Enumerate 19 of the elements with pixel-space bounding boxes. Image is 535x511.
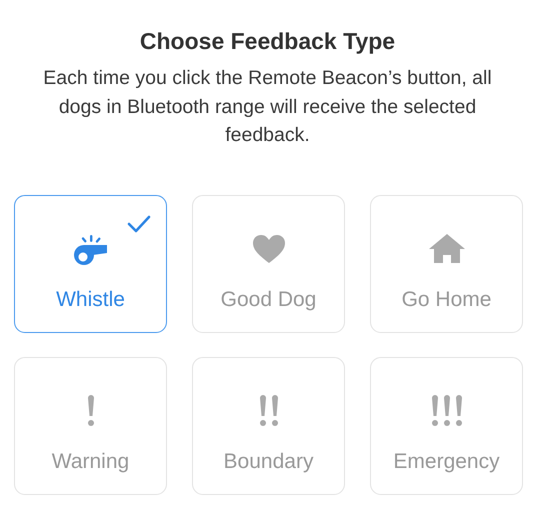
exclamation-icon bbox=[258, 394, 278, 426]
feedback-option[interactable]: Go Home bbox=[370, 194, 523, 332]
option-label: Boundary bbox=[224, 450, 314, 474]
option-label: Whistle bbox=[56, 288, 125, 312]
feedback-option[interactable]: Warning bbox=[14, 356, 167, 494]
dialog-title: Choose Feedback Type bbox=[138, 27, 396, 56]
option-label: Go Home bbox=[402, 288, 492, 312]
option-label: Emergency bbox=[393, 450, 500, 474]
exclamation-icon bbox=[86, 394, 94, 426]
feedback-option[interactable]: Whistle bbox=[14, 194, 167, 332]
description-text: Each time you click the Remote Beacon’s button, all dogs in Bluetooth range will receive the selected feedback. bbox=[42, 66, 493, 148]
house-icon bbox=[426, 232, 466, 266]
feedback-option[interactable]: Emergency bbox=[370, 356, 523, 494]
feedback-option[interactable]: Boundary bbox=[192, 356, 345, 494]
feedback-option[interactable]: Good Dog bbox=[192, 194, 345, 332]
checkmark-icon bbox=[127, 214, 151, 232]
option-label: Warning bbox=[52, 450, 130, 474]
option-label: Good Dog bbox=[220, 288, 316, 312]
exclamation-icon bbox=[430, 394, 462, 426]
